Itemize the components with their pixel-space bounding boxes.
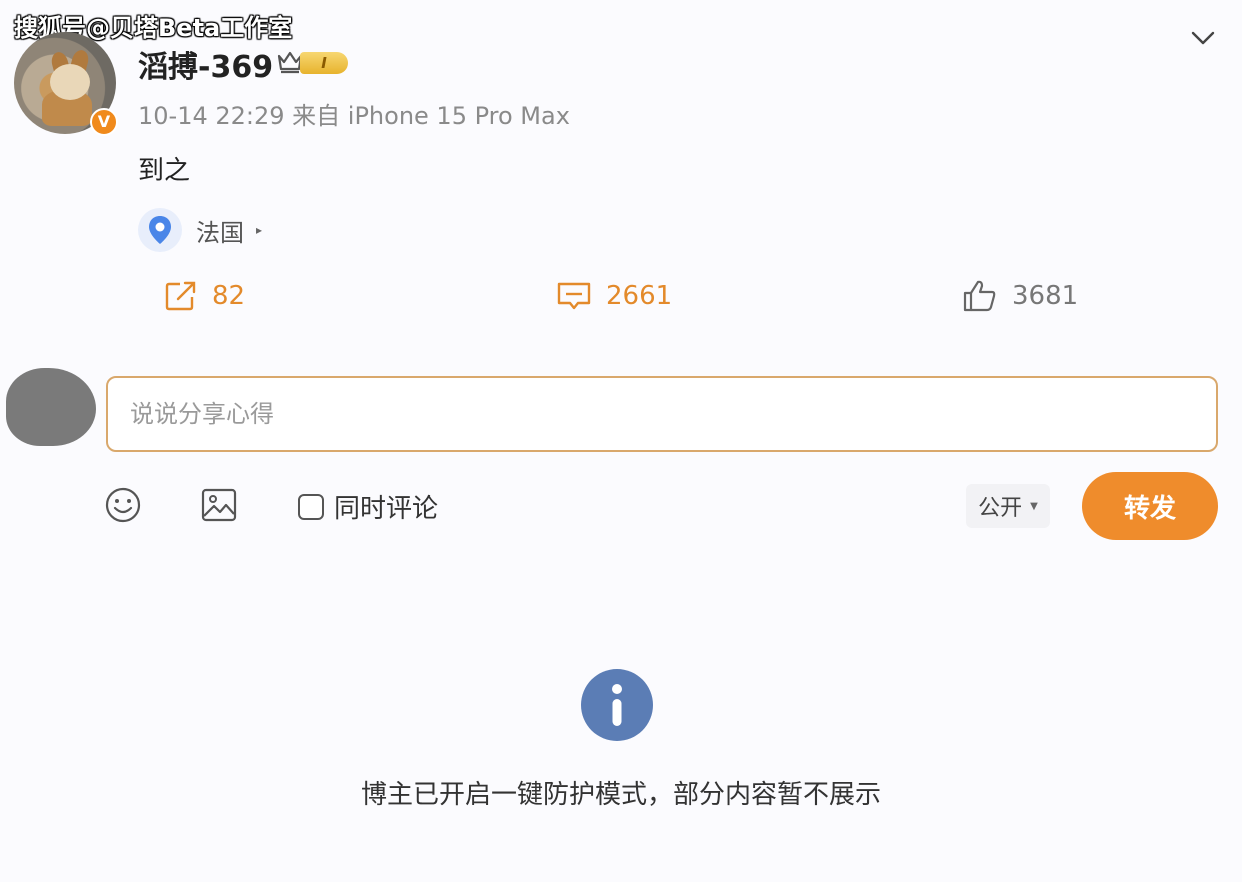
visibility-dropdown[interactable]: 公开 ▼ bbox=[966, 484, 1050, 528]
verified-badge: V bbox=[90, 108, 118, 136]
share-count: 82 bbox=[212, 281, 246, 311]
protection-notice: 博主已开启一键防护模式，部分内容暂不展示 bbox=[360, 780, 881, 810]
share-action[interactable]: 82 bbox=[164, 276, 245, 316]
like-action[interactable]: 3681 bbox=[962, 276, 1078, 316]
image-icon[interactable] bbox=[200, 486, 238, 524]
repost-input[interactable] bbox=[130, 400, 1216, 428]
current-user-avatar bbox=[6, 368, 96, 446]
chevron-down-icon[interactable] bbox=[1190, 28, 1216, 48]
location-label: 法国 bbox=[196, 218, 244, 247]
comment-icon bbox=[557, 282, 591, 310]
also-comment-checkbox[interactable] bbox=[298, 493, 324, 520]
visibility-label: 公开 bbox=[978, 496, 1023, 521]
caret-right-icon: ▸ bbox=[256, 223, 263, 237]
like-count: 3681 bbox=[1012, 281, 1079, 311]
username[interactable]: 滔搏-369 bbox=[138, 42, 273, 86]
share-icon bbox=[165, 281, 196, 311]
emoji-icon[interactable] bbox=[104, 486, 142, 524]
location-pin-icon bbox=[138, 208, 182, 252]
repost-button[interactable]: 转发 bbox=[1082, 472, 1218, 540]
comment-count: 2661 bbox=[606, 281, 673, 311]
thumbs-up-icon bbox=[963, 280, 996, 312]
caret-down-icon: ▼ bbox=[1030, 500, 1038, 512]
level-badge: I bbox=[300, 52, 348, 74]
comment-action[interactable]: 2661 bbox=[556, 276, 672, 316]
post-content: 到之 bbox=[138, 156, 191, 186]
info-icon bbox=[581, 669, 653, 741]
post-meta: 10-14 22:29 来自 iPhone 15 Pro Max bbox=[138, 102, 570, 130]
also-comment-option[interactable]: 同时评论 bbox=[298, 488, 438, 525]
location-tag[interactable]: 法国 ▸ bbox=[138, 206, 262, 254]
repost-input-box[interactable] bbox=[106, 376, 1218, 452]
also-comment-label: 同时评论 bbox=[334, 494, 439, 524]
